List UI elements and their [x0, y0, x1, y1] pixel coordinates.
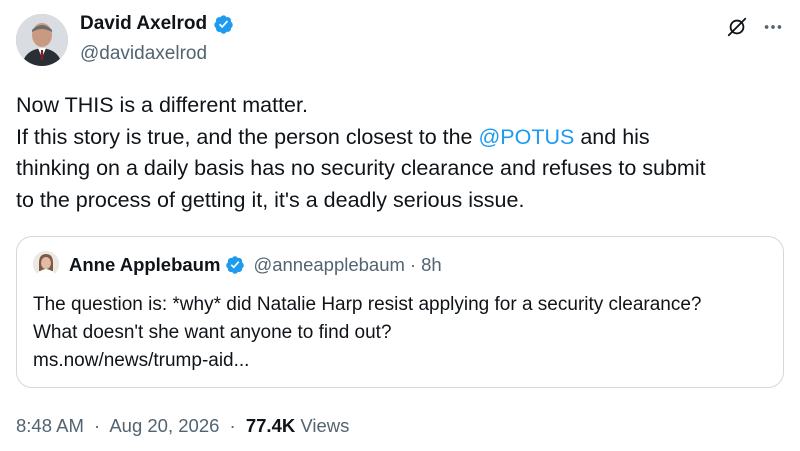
views-label: Views — [300, 415, 350, 436]
tweet-text: Now THIS is a different matter. If this … — [16, 90, 786, 216]
quoted-text: The question is: *why* did Natalie Harp … — [33, 291, 773, 375]
tweet-line-2-start: If this story is true, and the person cl… — [16, 124, 479, 149]
top-actions — [724, 14, 786, 40]
tweet-line-4: to the process of getting it, it's a dea… — [16, 187, 525, 212]
verified-badge-icon — [213, 14, 234, 35]
views-count[interactable]: 77.4K — [246, 415, 295, 436]
author-handle[interactable]: @davidaxelrod — [80, 42, 207, 66]
author-avatar[interactable] — [16, 14, 68, 66]
quoted-separator: · — [409, 254, 417, 275]
tweet-line-2-end: and his — [574, 124, 650, 149]
tweet-meta: 8:48 AM · Aug 20, 2026 · 77.4K Views — [16, 414, 349, 438]
quoted-header: Anne Applebaum @anneapplebaum · 8h — [69, 253, 442, 277]
tweet-line-2: If this story is true, and the person cl… — [16, 122, 786, 154]
tweet-line-3: thinking on a daily basis has no securit… — [16, 156, 706, 180]
quoted-line-2: What doesn't she want anyone to find out… — [33, 322, 392, 343]
more-options-icon[interactable] — [760, 14, 786, 40]
tweet-date[interactable]: Aug 20, 2026 — [109, 415, 219, 436]
meta-separator-1: · — [94, 415, 101, 436]
author-name-row[interactable]: David Axelrod — [80, 12, 234, 36]
quoted-author-handle[interactable]: @anneapplebaum — [253, 253, 404, 277]
author-name[interactable]: David Axelrod — [80, 12, 207, 36]
quoted-timestamp[interactable]: 8h — [421, 253, 442, 277]
quoted-author-name[interactable]: Anne Applebaum — [69, 253, 220, 277]
meta-separator-2: · — [229, 415, 236, 436]
quoted-line-1: The question is: *why* did Natalie Harp … — [33, 294, 702, 315]
mention-link[interactable]: @POTUS — [478, 125, 574, 149]
quoted-author-avatar[interactable] — [33, 251, 59, 277]
grok-icon[interactable] — [724, 14, 750, 40]
quoted-tweet-card[interactable]: Anne Applebaum @anneapplebaum · 8h The q… — [16, 236, 784, 388]
tweet-line-1: Now THIS is a different matter. — [16, 93, 308, 117]
quoted-verified-badge-icon — [225, 255, 245, 275]
tweet-time[interactable]: 8:48 AM — [16, 415, 84, 436]
quoted-link[interactable]: ms.now/news/trump-aid... — [33, 347, 773, 375]
tweet: David Axelrod @davidaxelrod Now THIS is … — [0, 0, 800, 451]
